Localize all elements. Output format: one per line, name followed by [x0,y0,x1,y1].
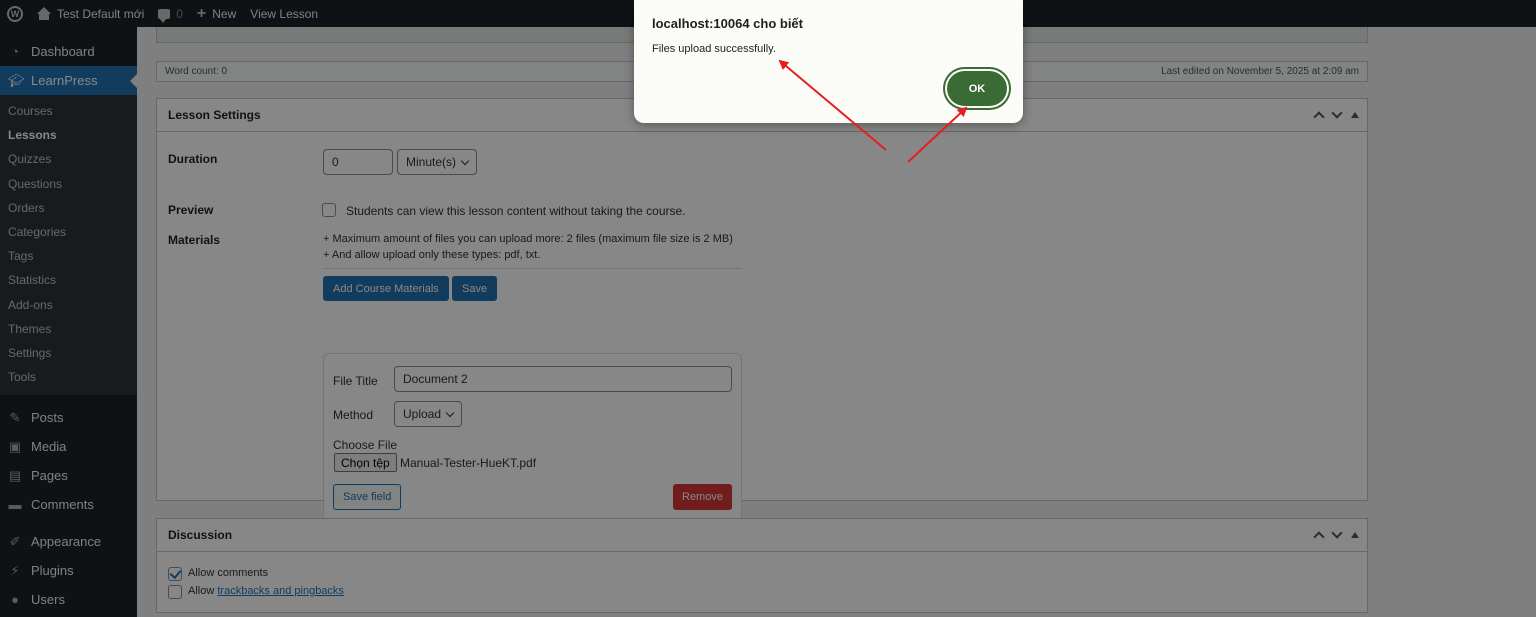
alert-dialog: localhost:10064 cho biết Files upload su… [634,0,1023,123]
ok-button[interactable]: OK [947,71,1007,106]
dialog-message: Files upload successfully. [652,43,776,55]
dialog-title: localhost:10064 cho biết [652,16,803,31]
